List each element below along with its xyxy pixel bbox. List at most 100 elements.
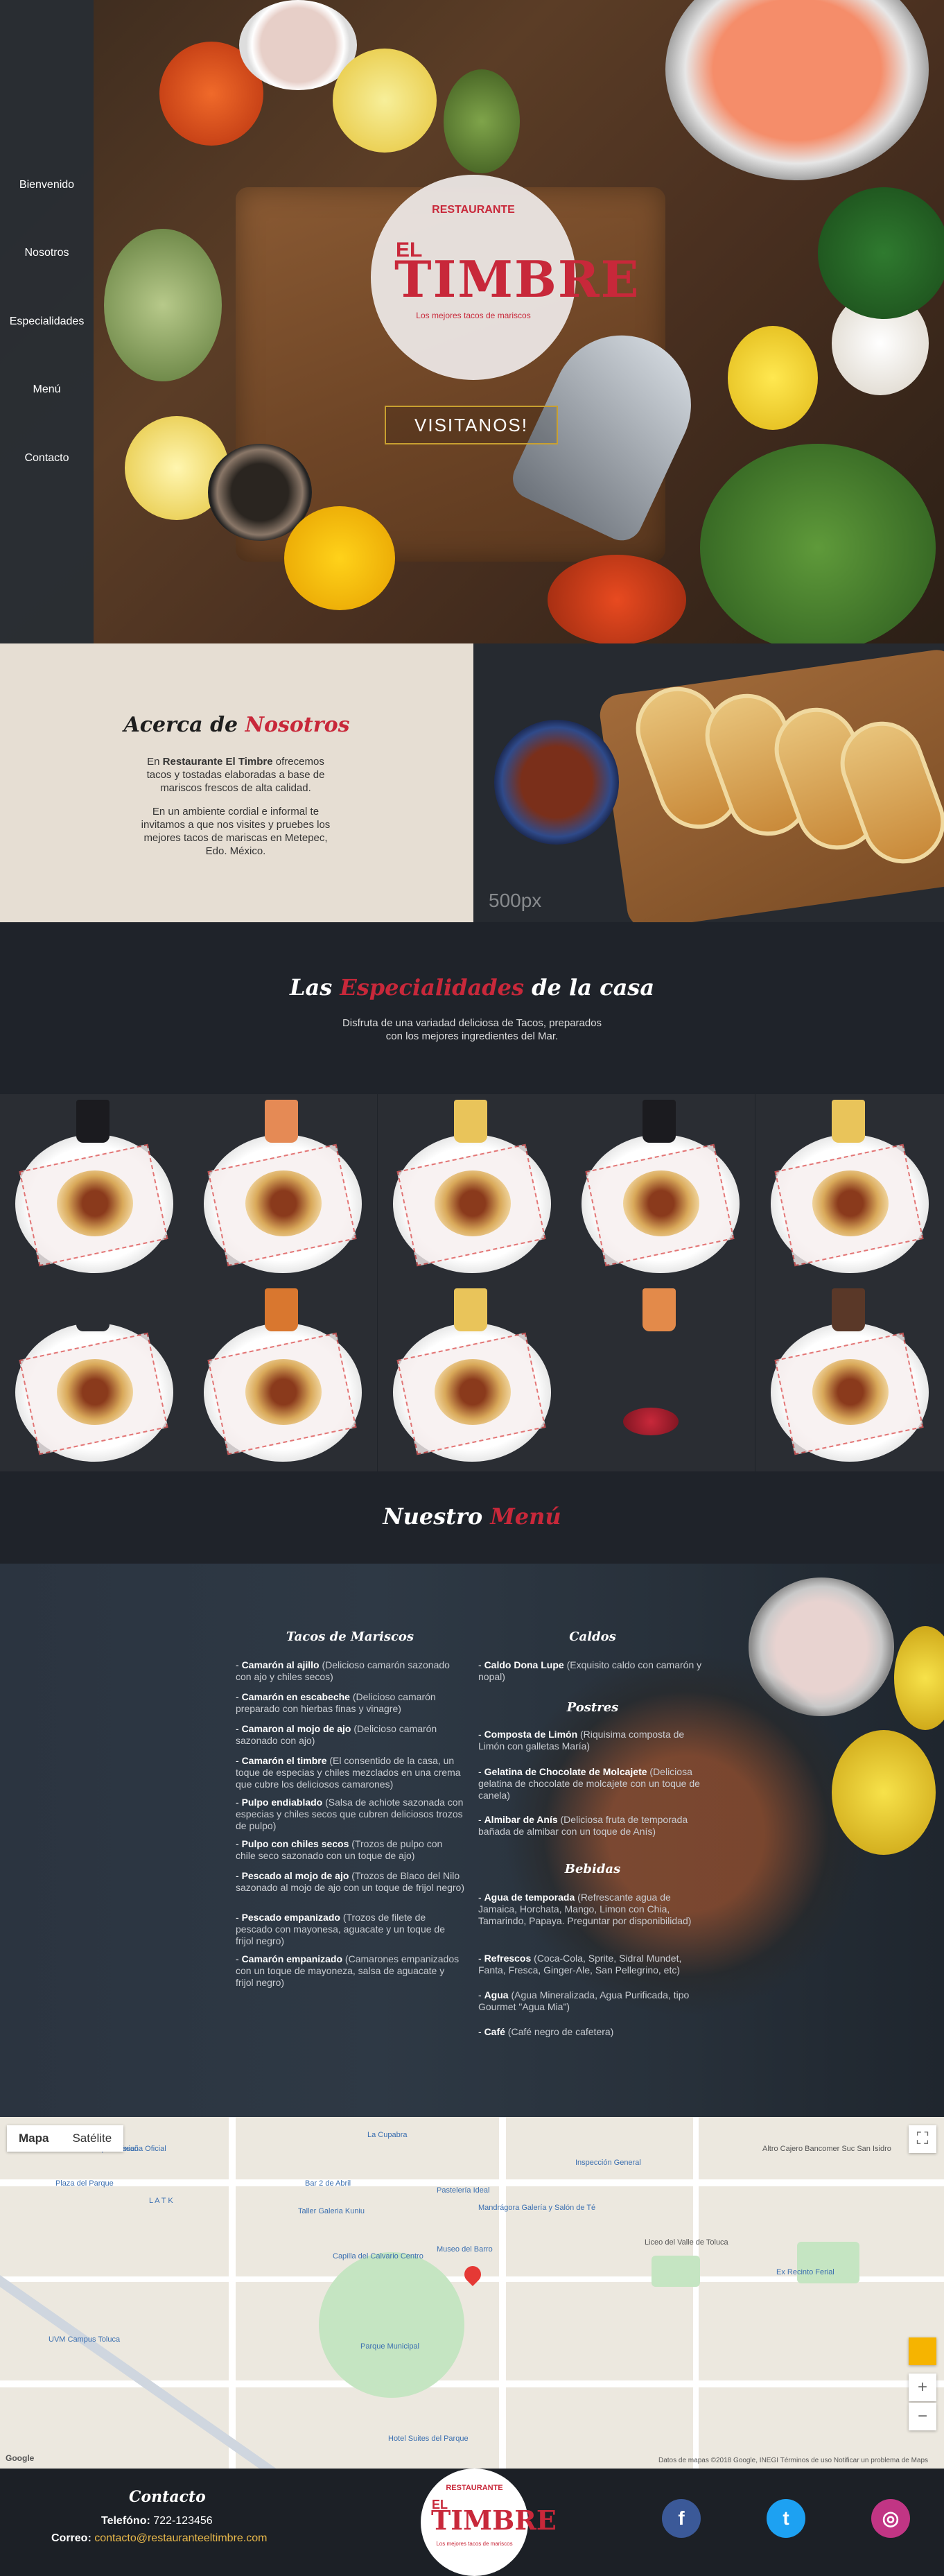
footer-logo-tagline: Los mejores tacos de mariscos [436, 2541, 513, 2547]
specialties-title-c: de la casa [532, 974, 655, 1001]
menu-item-taco-4: - Pulpo endiablado (Salsa de achiote saz… [236, 1797, 464, 1831]
map-label: L A T K [149, 2197, 173, 2205]
nav-item-bienvenido[interactable]: Bienvenido [0, 179, 94, 191]
taco [812, 1170, 889, 1236]
footer-email: Correo: contacto@restauranteeltimbre.com [51, 2532, 267, 2545]
specialty-photo-8[interactable] [377, 1283, 566, 1471]
yellow-pepper-decoration [284, 506, 395, 610]
menu-section: Tacos de Mariscos - Camarón al ajillo (D… [0, 1564, 944, 2117]
footer-logo[interactable]: RESTAURANTE EL TIMBRE Los mejores tacos … [421, 2469, 557, 2576]
menu-item-taco-3: - Camarón el timbre (El consentido de la… [236, 1755, 461, 1790]
menu-item-name: Camaron al mojo de ajo [241, 1723, 351, 1734]
map-type-control: Mapa Satélite [7, 2125, 124, 2152]
map-label: Mandrágora Galería y Salón de Té [478, 2204, 596, 2212]
map-label: Taller Galeria Kuniu [298, 2207, 365, 2215]
drink-cup [76, 1288, 110, 1331]
menu-item-name: Composta de Limón [484, 1729, 578, 1740]
phone-value: 722-123456 [153, 2515, 213, 2527]
map-label: Hotel Suites del Parque [388, 2435, 469, 2443]
pegman-icon[interactable] [909, 2337, 936, 2365]
menu-item-bebida-3: - Café (Café negro de cafetera) [478, 2026, 614, 2037]
specialty-photo-2[interactable] [189, 1094, 378, 1283]
menu-item-name: Pulpo endiablado [241, 1797, 323, 1808]
menu-item-name: Agua de temporada [484, 1892, 575, 1903]
map-label: Bar 2 de Abril [305, 2179, 351, 2188]
greens-decoration [700, 444, 936, 643]
specialty-photo-6[interactable] [0, 1283, 189, 1471]
menu-item-name: Refrescos [484, 1953, 532, 1964]
footer-contact-title: Contacto [129, 2488, 206, 2506]
lemon-right-decoration [728, 326, 818, 430]
menu-item-name: Gelatina de Chocolate de Molcajete [484, 1766, 647, 1777]
nav-item-especialidades[interactable]: Especialidades [0, 315, 94, 328]
specialty-photo-5[interactable] [755, 1094, 944, 1283]
menu-item-name: Pescado al mojo de ajo [241, 1870, 349, 1881]
location-map[interactable]: Home Depot México Lasaña Oficial La Cupa… [0, 2117, 944, 2469]
map-label: Capilla del Calvario Centro [333, 2252, 423, 2261]
specialty-photo-10[interactable] [755, 1283, 944, 1471]
map-label: Altro Cajero Bancomer Suc San Isidro [762, 2145, 891, 2153]
menu-item-taco-5: - Pulpo con chiles secos (Trozos de pulp… [236, 1838, 443, 1861]
twitter-icon[interactable]: t [767, 2499, 805, 2538]
salsa-bowl [494, 720, 619, 845]
specialties-description: Disfruta de una variadad deliciosa de Ta… [342, 1017, 602, 1042]
drink-cup [76, 1100, 110, 1143]
map-attribution[interactable]: Datos de mapas ©2018 Google, INEGI Térmi… [658, 2457, 928, 2464]
hero-section: Bienvenido Nosotros Especialidades Menú … [0, 0, 944, 643]
specialties-title-b: Especialidades [340, 974, 525, 1001]
menu-item-name: Caldo Dona Lupe [484, 1659, 564, 1670]
postres-column-title: Postres [566, 1700, 619, 1715]
map-label: Lasaña Oficial [118, 2145, 166, 2153]
taco [434, 1170, 511, 1236]
zoom-in-button[interactable]: + [909, 2374, 936, 2401]
menu-item-taco-8: - Camarón empanizado (Camarones empaniza… [236, 1953, 460, 1988]
instagram-icon[interactable]: ◎ [871, 2499, 910, 2538]
fullscreen-icon[interactable]: ⛶ [909, 2125, 936, 2153]
specialty-photo-9[interactable] [566, 1283, 755, 1471]
map-type-satellite-button[interactable]: Satélite [60, 2125, 123, 2152]
map-type-map-button[interactable]: Mapa [7, 2125, 60, 2152]
drink-cup [453, 1288, 487, 1331]
specialty-photo-7[interactable] [189, 1283, 378, 1471]
footer-logo-restaurante: RESTAURANTE [446, 2484, 503, 2492]
specialty-photo-3[interactable] [377, 1094, 566, 1283]
drink-cup [643, 1288, 676, 1331]
map-label: Museo del Barro [437, 2245, 493, 2254]
map-label: Inspección General [575, 2159, 641, 2167]
email-link[interactable]: contacto@restauranteeltimbre.com [94, 2532, 267, 2544]
map-label: La Cupabra [367, 2131, 408, 2139]
drink-cup [831, 1100, 865, 1143]
about-p1-pre: En [147, 756, 163, 768]
taco [812, 1359, 889, 1425]
menu-item-taco-7: - Pescado empanizado (Trozos de filete d… [236, 1912, 445, 1946]
taco [623, 1170, 700, 1236]
visit-us-button[interactable]: VISITANOS! [385, 406, 558, 444]
facebook-icon[interactable]: f [662, 2499, 701, 2538]
map-label: Pastelería Ideal [437, 2186, 490, 2195]
map-label: Ex Recinto Ferial [776, 2268, 834, 2276]
tomatoes-decoration [548, 555, 686, 643]
map-label: Liceo del Valle de Toluca [645, 2238, 728, 2247]
zoom-out-button[interactable]: − [909, 2403, 936, 2430]
phone-label: Telefóno: [101, 2515, 154, 2527]
map-park-municipal [319, 2252, 464, 2398]
menu-item-name: Agua [484, 1989, 509, 2000]
nav-item-contacto[interactable]: Contacto [0, 452, 94, 465]
specialty-photo-4[interactable] [566, 1094, 755, 1283]
menu-item-taco-6: - Pescado al mojo de ajo (Trozos de Blac… [236, 1870, 464, 1893]
specialties-title: Las Especialidades de la casa [0, 974, 944, 1001]
drink-cup [265, 1288, 299, 1331]
nav-item-nosotros[interactable]: Nosotros [0, 247, 94, 259]
menu-title-b: Menú [490, 1503, 561, 1530]
footer-logo-timbre: TIMBRE [431, 2505, 557, 2536]
footer: Contacto Telefóno: 722-123456 Correo: co… [0, 2469, 944, 2576]
nav-item-menu[interactable]: Menú [0, 383, 94, 396]
specialty-photo-1[interactable] [0, 1094, 189, 1283]
drink-cup [831, 1288, 865, 1331]
map-highway [0, 2256, 290, 2469]
menu-item-taco-0: - Camarón al ajillo (Delicioso camarón s… [236, 1659, 450, 1682]
footer-phone: Telefóno: 722-123456 [101, 2515, 213, 2527]
logo-timbre-text: TIMBRE [394, 250, 640, 309]
taco [245, 1359, 322, 1425]
taco [434, 1359, 511, 1425]
